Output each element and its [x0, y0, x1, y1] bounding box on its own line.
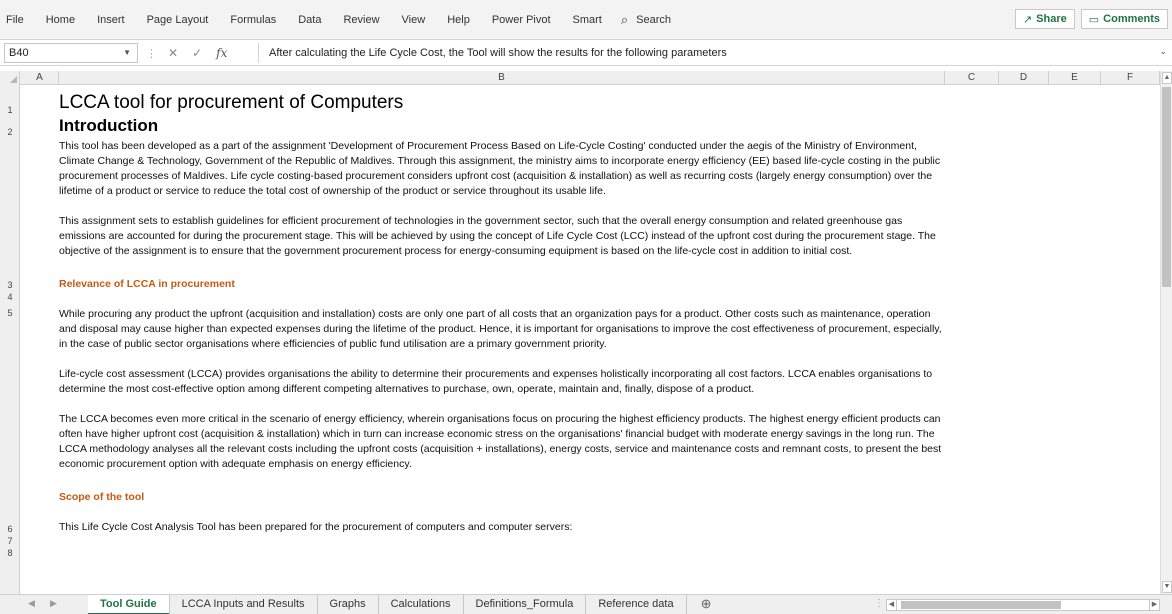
cell-b-content[interactable]: LCCA tool for procurement of Computers I…	[59, 92, 949, 535]
sheet-tabs: Tool Guide LCCA Inputs and Results Graph…	[88, 595, 725, 614]
scroll-up-icon[interactable]: ▲	[1162, 72, 1172, 84]
row-headers: 1 2 3 4 5 6 7 8	[0, 85, 20, 594]
column-header-c[interactable]: C	[945, 71, 999, 85]
search-icon: ⌕	[620, 12, 629, 27]
row-header-7[interactable]: 7	[0, 537, 20, 546]
column-header-e[interactable]: E	[1049, 71, 1101, 85]
formula-input[interactable]: After calculating the Life Cycle Cost, t…	[258, 43, 1154, 63]
menu-power-pivot[interactable]: Power Pivot	[481, 0, 562, 40]
section-heading-relevance: Relevance of LCCA in procurement	[59, 278, 235, 290]
intro-paragraph-2: This assignment sets to establish guidel…	[59, 215, 936, 257]
row-header-3[interactable]: 3	[0, 281, 20, 290]
name-box[interactable]: B40 ▼	[4, 43, 138, 63]
scroll-right-icon[interactable]: ▶	[1149, 600, 1159, 610]
sheet-tabs-bar: ◀ ▶ Tool Guide LCCA Inputs and Results G…	[0, 594, 1172, 614]
search-box[interactable]: ⌕ Search	[613, 12, 679, 28]
menu-formulas[interactable]: Formulas	[219, 0, 287, 40]
formula-bar-buttons: ✕ ✓ fx	[168, 43, 227, 63]
scroll-down-icon[interactable]: ▼	[1162, 581, 1172, 593]
share-icon: ↗	[1022, 13, 1033, 26]
menu-help[interactable]: Help	[436, 0, 481, 40]
chevron-down-icon[interactable]: ▼	[123, 44, 131, 62]
worksheet-grid[interactable]: LCCA tool for procurement of Computers I…	[21, 85, 1160, 594]
menu-file[interactable]: File	[0, 0, 35, 40]
section-heading-introduction: Introduction	[59, 116, 159, 135]
ribbon-menu: File Home Insert Page Layout Formulas Da…	[0, 0, 679, 40]
cancel-icon[interactable]: ✕	[168, 46, 178, 60]
menu-insert[interactable]: Insert	[86, 0, 136, 40]
scope-paragraph-1: This Life Cycle Cost Analysis Tool has b…	[59, 521, 573, 533]
function-icon[interactable]: fx	[216, 46, 227, 60]
row-header-8[interactable]: 8	[0, 549, 20, 558]
vertical-scrollbar[interactable]: ▲ ▼	[1160, 71, 1172, 594]
expand-formula-bar-icon[interactable]: ⌄	[1159, 46, 1167, 57]
section-heading-scope: Scope of the tool	[59, 491, 145, 503]
tab-lcca-inputs-and-results[interactable]: LCCA Inputs and Results	[170, 595, 318, 614]
vertical-scroll-thumb[interactable]	[1162, 87, 1171, 287]
column-header-b[interactable]: B	[59, 71, 945, 85]
ribbon: File Home Insert Page Layout Formulas Da…	[0, 0, 1172, 40]
menu-review[interactable]: Review	[332, 0, 390, 40]
tab-reference-data[interactable]: Reference data	[586, 595, 687, 614]
tab-graphs[interactable]: Graphs	[318, 595, 379, 614]
intro-paragraph-1: This tool has been developed as a part o…	[59, 140, 941, 197]
comments-button[interactable]: ▭ Comments	[1080, 9, 1168, 29]
relevance-paragraph-1: While procuring any product the upfront …	[59, 308, 942, 350]
column-header-d[interactable]: D	[999, 71, 1049, 85]
row-header-1[interactable]: 1	[0, 106, 20, 115]
tab-definitions-formula[interactable]: Definitions_Formula	[464, 595, 587, 614]
search-label: Search	[636, 14, 672, 26]
plus-circle-icon[interactable]: ⊕	[687, 595, 726, 614]
relevance-paragraph-2: Life-cycle cost assessment (LCCA) provid…	[59, 368, 933, 395]
menu-home[interactable]: Home	[35, 0, 86, 40]
ribbon-actions: ↗ Share ▭ Comments	[1014, 9, 1168, 29]
cell-reference: B40	[9, 47, 29, 59]
share-button[interactable]: ↗ Share	[1014, 9, 1075, 29]
scroll-left-icon[interactable]: ◀	[887, 600, 897, 610]
check-icon[interactable]: ✓	[192, 46, 202, 60]
menu-data[interactable]: Data	[287, 0, 332, 40]
page-title: LCCA tool for procurement of Computers	[59, 92, 404, 113]
formula-bar-separator-icon: ⋮	[146, 48, 157, 60]
row-header-6[interactable]: 6	[0, 525, 20, 534]
column-header-f[interactable]: F	[1101, 71, 1160, 85]
column-headers: A B C D E F	[0, 71, 1160, 85]
share-label: Share	[1036, 13, 1067, 25]
row-header-4[interactable]: 4	[0, 293, 20, 302]
tabs-splitter-icon[interactable]: ⋮	[874, 598, 884, 609]
row-header-5[interactable]: 5	[0, 309, 20, 318]
menu-smart[interactable]: Smart	[562, 0, 613, 40]
comment-icon: ▭	[1088, 13, 1100, 26]
formula-bar: B40 ▼ ⋮ ✕ ✓ fx After calculating the Lif…	[0, 40, 1172, 66]
menu-view[interactable]: View	[391, 0, 437, 40]
horizontal-scroll-thumb[interactable]	[901, 601, 1061, 609]
relevance-paragraph-3: The LCCA becomes even more critical in t…	[59, 413, 942, 470]
horizontal-scrollbar[interactable]: ◀ ▶	[886, 599, 1160, 611]
select-all-button[interactable]	[0, 71, 20, 85]
menu-page-layout[interactable]: Page Layout	[136, 0, 220, 40]
tab-tool-guide[interactable]: Tool Guide	[88, 595, 170, 614]
comments-label: Comments	[1103, 13, 1160, 25]
row-header-2[interactable]: 2	[0, 128, 20, 137]
tab-scroll-left-icon[interactable]: ◀	[28, 598, 35, 609]
tab-scroll-right-icon[interactable]: ▶	[50, 598, 57, 609]
tab-calculations[interactable]: Calculations	[379, 595, 464, 614]
column-header-a[interactable]: A	[21, 71, 59, 85]
